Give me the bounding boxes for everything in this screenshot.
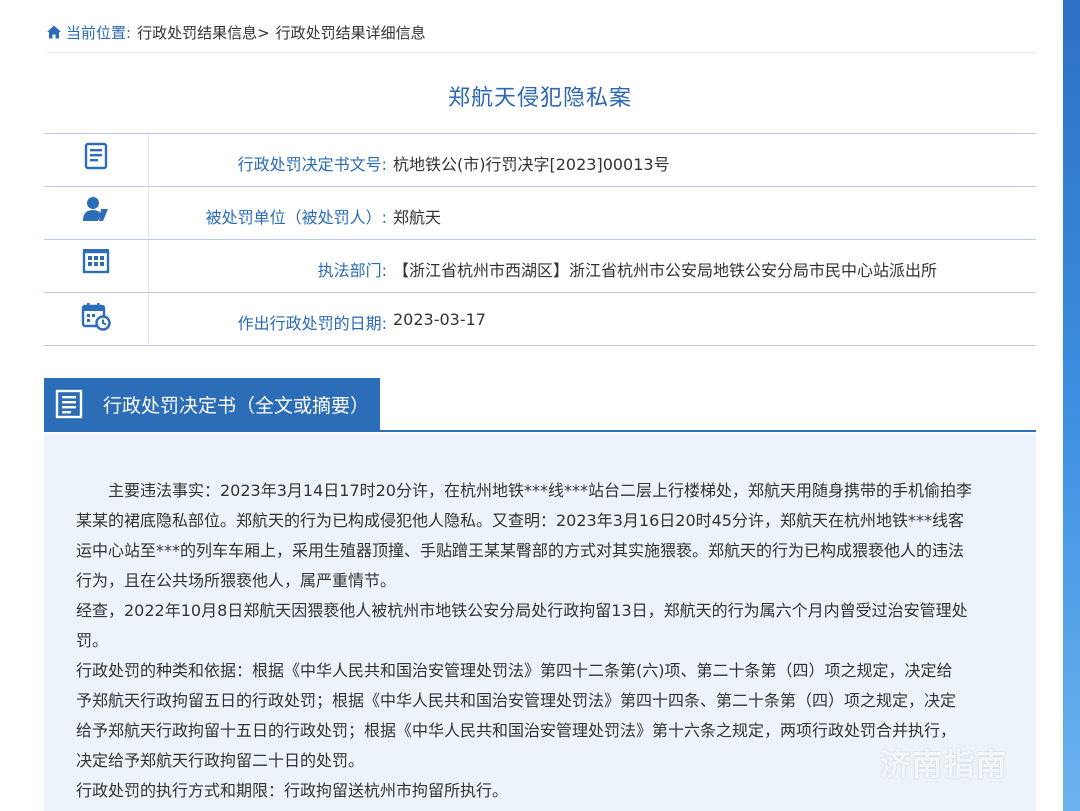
info-value: 郑航天	[393, 208, 442, 227]
calendar-clock-icon	[81, 303, 111, 331]
content-line: 主要违法事实：2023年3月14日17时20分许，在杭州地铁***线***站台二…	[76, 481, 972, 500]
section-header: 行政处罚决定书（全文或摘要）	[44, 378, 1036, 432]
info-icon-cell	[44, 134, 149, 186]
info-icon-cell	[44, 293, 149, 345]
info-value: 杭地铁公(市)行罚决字[2023]00013号	[393, 155, 670, 174]
info-value: 【浙江省杭州市西湖区】浙江省杭州市公安局地铁公安分局市民中心站派出所	[393, 261, 938, 280]
home-icon[interactable]	[46, 24, 62, 40]
content-line: 决定给予郑航天行政拘留二十日的处罚。	[76, 751, 365, 770]
breadcrumb-item-detail[interactable]: 行政处罚结果详细信息	[276, 22, 426, 43]
breadcrumb-current-label: 当前位置:	[66, 23, 132, 42]
content-line: 运中心站至***的列车车厢上，采用生殖器顶撞、手贴蹭王某某臀部的方式对其实施猥亵…	[76, 541, 965, 560]
content-line: 罚。	[76, 631, 109, 650]
content-line: 行政处罚的种类和依据：根据《中华人民共和国治安管理处罚法》第四十二条第(六)项、…	[76, 661, 953, 680]
building-icon	[82, 249, 110, 274]
document-text-icon	[55, 389, 83, 419]
info-row-enforcement-dept: 执法部门: 【浙江省杭州市西湖区】浙江省杭州市公安局地铁公安分局市民中心站派出所	[44, 240, 1036, 293]
info-label: 行政处罚决定书文号:	[237, 155, 387, 174]
info-icon-cell	[44, 187, 149, 239]
info-row-punished-party: 被处罚单位（被处罚人）: 郑航天	[44, 187, 1036, 240]
watermark: 济南指南	[880, 748, 1008, 783]
section-tab: 行政处罚决定书（全文或摘要）	[44, 378, 380, 430]
info-row-decision-date: 作出行政处罚的日期: 2023-03-17	[44, 293, 1036, 346]
person-icon	[83, 197, 108, 221]
content-line: 经查，2022年10月8日郑航天因猥亵他人被杭州市地铁公安分局处行政拘留13日，…	[76, 601, 968, 620]
info-row-decision-number: 行政处罚决定书文号: 杭地铁公(市)行罚决字[2023]00013号	[44, 134, 1036, 187]
info-icon-cell	[44, 240, 149, 292]
document-list-icon	[84, 142, 108, 170]
content-line: 某某的裙底隐私部位。郑航天的行为已构成侵犯他人隐私。又查明：2023年3月16日…	[76, 511, 964, 530]
info-label: 被处罚单位（被处罚人）:	[205, 208, 387, 227]
page-background-edge	[1063, 0, 1080, 811]
info-label: 作出行政处罚的日期:	[237, 314, 387, 333]
content-line: 给予郑航天行政拘留十五日的行政处罚；根据《中华人民共和国治安管理处罚法》第十六条…	[76, 721, 957, 740]
info-value: 2023-03-17	[393, 310, 486, 329]
main-panel: 当前位置: 行政处罚结果信息> 行政处罚结果详细信息 郑航天侵犯隐私案 行政处罚…	[0, 0, 1063, 811]
content-line: 行为，且在公共场所猥亵他人，属严重情节。	[76, 571, 397, 590]
content-line: 行政处罚的执行方式和期限：行政拘留送杭州市拘留所执行。	[76, 781, 509, 800]
page-title: 郑航天侵犯隐私案	[447, 86, 632, 111]
content-line: 予郑航天行政拘留五日的行政处罚；根据《中华人民共和国治安管理处罚法》第四十四条、…	[76, 691, 957, 710]
section-title: 行政处罚决定书（全文或摘要）	[103, 394, 370, 417]
breadcrumb-divider	[46, 52, 1036, 53]
info-label: 执法部门:	[317, 261, 387, 280]
breadcrumb-item-results[interactable]: 行政处罚结果信息>	[137, 22, 270, 43]
info-table: 行政处罚决定书文号: 杭地铁公(市)行罚决字[2023]00013号 被处罚单位…	[44, 133, 1036, 346]
breadcrumb: 当前位置: 行政处罚结果信息> 行政处罚结果详细信息	[46, 21, 426, 43]
